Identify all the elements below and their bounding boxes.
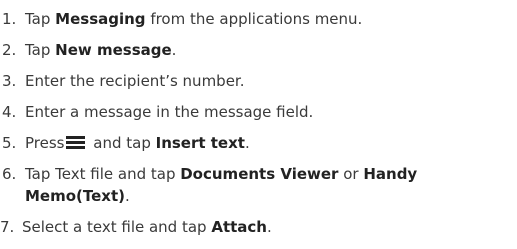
step-number: 4.: [2, 103, 17, 121]
bold-term: Attach: [211, 218, 267, 236]
bold-term: Documents Viewer: [180, 165, 339, 183]
bold-term: Memo(Text): [25, 187, 126, 205]
step-text: Select a text file and tap Attach.: [22, 218, 272, 236]
step-text: Tap Text file and tap Documents Viewer o…: [25, 165, 418, 183]
step-text: Tap Messaging from the applications menu…: [25, 10, 363, 28]
step-number: 7.: [0, 218, 15, 236]
step-number: 1.: [2, 10, 17, 28]
bold-term: Insert text: [155, 134, 245, 152]
step-text: Press and tap Insert text.: [25, 134, 250, 152]
bold-term: Messaging: [55, 10, 146, 28]
bold-term: New message: [55, 41, 172, 59]
step-text: Tap New message.: [25, 41, 177, 59]
menu-icon: [66, 135, 86, 150]
step-number: 2.: [2, 41, 17, 59]
bold-term: Handy: [363, 165, 418, 183]
step-number: 5.: [2, 134, 17, 152]
step-text: Enter the recipient’s number.: [25, 72, 245, 90]
step-text-continued: Memo(Text).: [25, 187, 130, 205]
step-text: Enter a message in the message field.: [25, 103, 314, 121]
step-number: 3.: [2, 72, 17, 90]
step-number: 6.: [2, 165, 17, 183]
